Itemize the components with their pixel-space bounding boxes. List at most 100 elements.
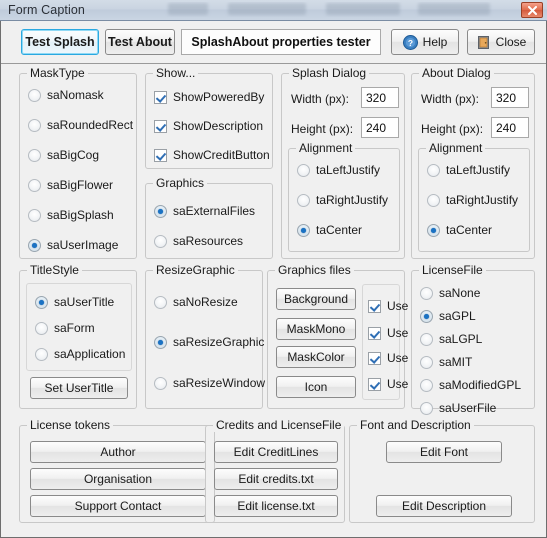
help-button-label: Help: [422, 35, 448, 49]
radio-sanone[interactable]: saNone: [420, 286, 480, 300]
maskmono-file-button[interactable]: MaskMono: [276, 318, 356, 340]
radio-saform-indicator[interactable]: [35, 321, 48, 335]
radio-sabigsplash-indicator[interactable]: [28, 208, 41, 222]
radio-saresizewindow-indicator[interactable]: [154, 376, 167, 390]
about-height-input[interactable]: 240: [491, 117, 529, 138]
radio-about-tarightjustify-label: taRightJustify: [446, 193, 519, 207]
checkbox-showcreditbutton[interactable]: ShowCreditButton: [154, 148, 270, 162]
radio-saresources-indicator[interactable]: [154, 234, 167, 248]
radio-sagpl[interactable]: saGPL: [420, 309, 476, 323]
radio-splash-taleftjustify-indicator[interactable]: [297, 163, 310, 177]
radio-salgpl-indicator[interactable]: [420, 332, 433, 346]
checkbox-use-maskcolor-indicator[interactable]: [368, 351, 381, 365]
checkbox-showpoweredby-indicator[interactable]: [154, 90, 167, 104]
radio-splash-tarightjustify-indicator[interactable]: [297, 193, 310, 207]
edit-license-txt-button[interactable]: Edit license.txt: [214, 495, 338, 517]
organisation-button[interactable]: Organisation: [30, 468, 206, 490]
support-contact-button[interactable]: Support Contact: [30, 495, 206, 517]
close-button[interactable]: Close: [467, 29, 535, 55]
radio-samit-indicator[interactable]: [420, 355, 433, 369]
radio-sauserimage[interactable]: saUserImage: [28, 238, 118, 252]
radio-saresources[interactable]: saResources: [154, 234, 243, 248]
checkbox-use-icon[interactable]: Use: [368, 377, 408, 391]
set-user-title-button[interactable]: Set UserTitle: [30, 377, 128, 399]
checkbox-use-background-indicator[interactable]: [368, 299, 381, 313]
checkbox-showcreditbutton-label: ShowCreditButton: [173, 148, 270, 162]
radio-sauserimage-indicator[interactable]: [28, 238, 41, 252]
radio-sanomask-indicator[interactable]: [28, 88, 41, 102]
radio-sanomask[interactable]: saNomask: [28, 88, 104, 102]
radio-sanone-indicator[interactable]: [420, 286, 433, 300]
radio-samodifiedgpl[interactable]: saModifiedGPL: [420, 378, 521, 392]
radio-samit[interactable]: saMIT: [420, 355, 472, 369]
radio-samodifiedgpl-indicator[interactable]: [420, 378, 433, 392]
test-splash-button[interactable]: Test Splash: [21, 29, 99, 55]
edit-description-button[interactable]: Edit Description: [376, 495, 512, 517]
radio-saresizewindow[interactable]: saResizeWindow: [154, 376, 265, 390]
radio-sauserfile-indicator[interactable]: [420, 401, 433, 415]
splash-width-input[interactable]: 320: [361, 87, 399, 108]
radio-about-tarightjustify[interactable]: taRightJustify: [427, 193, 518, 207]
checkbox-showdescription-indicator[interactable]: [154, 119, 167, 133]
checkbox-showdescription[interactable]: ShowDescription: [154, 119, 263, 133]
title-text-field[interactable]: SplashAbout properties tester: [181, 29, 381, 55]
radio-saapplication-label: saApplication: [54, 347, 126, 361]
radio-sabigcog-indicator[interactable]: [28, 148, 41, 162]
test-about-button[interactable]: Test About: [105, 29, 175, 55]
edit-creditlines-button[interactable]: Edit CreditLines: [214, 441, 338, 463]
group-splash-alignment-legend: Alignment: [296, 141, 356, 155]
radio-salgpl[interactable]: saLGPL: [420, 332, 482, 346]
radio-splash-tarightjustify-label: taRightJustify: [316, 193, 389, 207]
radio-sausertitle-indicator[interactable]: [35, 295, 48, 309]
radio-splash-tarightjustify[interactable]: taRightJustify: [297, 193, 388, 207]
radio-saapplication[interactable]: saApplication: [35, 347, 125, 361]
checkbox-use-icon-indicator[interactable]: [368, 377, 381, 391]
radio-saexternalfiles[interactable]: saExternalFiles: [154, 204, 255, 218]
radio-saapplication-indicator[interactable]: [35, 347, 48, 361]
radio-splash-tacenter-indicator[interactable]: [297, 223, 310, 237]
checkbox-use-maskmono-indicator[interactable]: [368, 326, 381, 340]
splash-height-input[interactable]: 240: [361, 117, 399, 138]
radio-saroundedrect[interactable]: saRoundedRect: [28, 118, 133, 132]
window-title: Form Caption: [8, 3, 85, 17]
radio-sabigcog[interactable]: saBigCog: [28, 148, 99, 162]
group-license-tokens: License tokens Author Organisation Suppo…: [19, 418, 215, 523]
radio-sagpl-indicator[interactable]: [420, 309, 433, 323]
radio-about-tacenter[interactable]: taCenter: [427, 223, 492, 237]
radio-about-tacenter-indicator[interactable]: [427, 223, 440, 237]
checkbox-use-maskcolor[interactable]: Use: [368, 351, 408, 365]
help-button[interactable]: ? Help: [391, 29, 459, 55]
radio-sabigflower[interactable]: saBigFlower: [28, 178, 113, 192]
checkbox-use-background[interactable]: Use: [368, 299, 408, 313]
radio-about-taleftjustify-indicator[interactable]: [427, 163, 440, 177]
checkbox-use-maskmono[interactable]: Use: [368, 326, 408, 340]
radio-saroundedrect-indicator[interactable]: [28, 118, 41, 132]
checkbox-showdescription-label: ShowDescription: [173, 119, 264, 133]
radio-saresizegraphic-indicator[interactable]: [154, 335, 167, 349]
radio-splash-taleftjustify[interactable]: taLeftJustify: [297, 163, 380, 177]
radio-saform[interactable]: saForm: [35, 321, 95, 335]
edit-credits-txt-button[interactable]: Edit credits.txt: [214, 468, 338, 490]
maskcolor-file-button[interactable]: MaskColor: [276, 346, 356, 368]
radio-splash-tacenter[interactable]: taCenter: [297, 223, 362, 237]
radio-about-tarightjustify-indicator[interactable]: [427, 193, 440, 207]
edit-font-button[interactable]: Edit Font: [386, 441, 502, 463]
author-button[interactable]: Author: [30, 441, 206, 463]
radio-saresizegraphic[interactable]: saResizeGraphic: [154, 335, 264, 349]
radio-sanoresize-indicator[interactable]: [154, 295, 167, 309]
group-graphics-legend: Graphics: [153, 176, 208, 190]
group-about-dialog: About Dialog Width (px): 320 Height (px)…: [411, 66, 535, 259]
radio-sanoresize[interactable]: saNoResize: [154, 295, 238, 309]
radio-sabigflower-indicator[interactable]: [28, 178, 41, 192]
background-file-button[interactable]: Background: [276, 288, 356, 310]
checkbox-showcreditbutton-indicator[interactable]: [154, 148, 167, 162]
icon-file-button[interactable]: Icon: [276, 376, 356, 398]
radio-saexternalfiles-indicator[interactable]: [154, 204, 167, 218]
radio-sabigsplash[interactable]: saBigSplash: [28, 208, 114, 222]
radio-sausertitle[interactable]: saUserTitle: [35, 295, 114, 309]
radio-sauserfile[interactable]: saUserFile: [420, 401, 496, 415]
radio-about-taleftjustify[interactable]: taLeftJustify: [427, 163, 510, 177]
checkbox-showpoweredby[interactable]: ShowPoweredBy: [154, 90, 264, 104]
window-close-button[interactable]: [521, 2, 543, 18]
about-width-input[interactable]: 320: [491, 87, 529, 108]
